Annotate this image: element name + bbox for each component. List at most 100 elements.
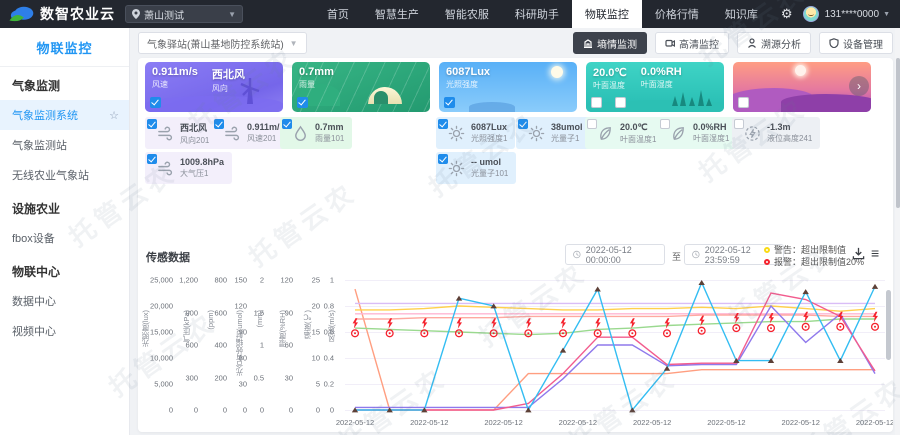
user-phone: 131****0000	[825, 9, 880, 20]
avatar[interactable]	[803, 6, 819, 22]
card-value: 0.0%RH	[641, 66, 682, 78]
toolbar-button-墒情监测[interactable]: 墒情监测	[573, 32, 647, 54]
alarm-lightning-icon[interactable]	[457, 318, 462, 329]
sidebar-item-数据中心[interactable]: 数据中心	[0, 286, 129, 316]
card-value: 0.7mm	[299, 66, 334, 78]
list-view-icon[interactable]: ≡	[871, 245, 879, 261]
sensor-chip-雨量101[interactable]: 0.7mm雨量101	[280, 117, 352, 149]
chip-text: 0.0%RH叶面湿度1	[693, 122, 729, 144]
alarm-lightning-icon[interactable]	[353, 318, 358, 329]
page-scrollbar[interactable]	[895, 28, 900, 435]
nav-item-科研助手[interactable]: 科研助手	[502, 0, 572, 28]
device-shield-icon	[829, 38, 839, 48]
chip-value: 38umol	[551, 122, 583, 132]
checkbox-checked[interactable]	[147, 154, 157, 164]
checkbox-unchecked[interactable]	[734, 119, 744, 129]
toolbar-button-高清监控[interactable]: 高清监控	[655, 32, 729, 54]
sidebar-item-无线农业气象站[interactable]: 无线农业气象站	[0, 160, 129, 190]
checkbox-checked[interactable]	[297, 97, 308, 108]
checkbox-checked[interactable]	[282, 119, 292, 129]
sensor-chip-光量子1[interactable]: 38umol光量子1	[516, 117, 591, 149]
warning-dot	[354, 332, 356, 334]
nav-item-智能农服[interactable]: 智能农服	[432, 0, 502, 28]
checkbox-checked[interactable]	[518, 119, 528, 129]
chip-text: 0.7mm雨量101	[315, 122, 344, 144]
checkbox-unchecked[interactable]	[615, 97, 626, 108]
sensor-chip-叶面温度1[interactable]: 20.0℃叶面温度1	[585, 117, 664, 149]
chip-value: 1009.8hPa	[180, 157, 224, 167]
alarm-lightning-icon[interactable]	[595, 318, 600, 329]
sidebar-item-视频中心[interactable]: 视频中心	[0, 316, 129, 346]
sidebar-item-气象监测站[interactable]: 气象监测站	[0, 130, 129, 160]
sensor-chip-光照强度1[interactable]: 6087Lux光照强度1	[436, 117, 515, 149]
checkbox-checked[interactable]	[147, 119, 157, 129]
chip-value: 0.911m/s	[247, 122, 285, 132]
weather-card-3[interactable]: 6087Lux光照强度	[439, 62, 577, 112]
legend-dot	[764, 247, 770, 253]
toolbar-button-设备管理[interactable]: 设备管理	[819, 32, 893, 54]
chip-text: 20.0℃叶面温度1	[620, 122, 656, 145]
weather-card-1[interactable]: 0.911m/s风速西北风风向	[145, 62, 283, 112]
card-value-group: 西北风风向	[212, 66, 245, 94]
sidebar-item-气象监测系统[interactable]: 气象监测系统☆	[0, 100, 129, 130]
sensor-chip-大气压1[interactable]: 1009.8hPa大气压1	[145, 152, 232, 184]
station-select[interactable]: 气象驿站(萧山基地防控系统站) ▼	[138, 32, 307, 54]
nav-item-物联监控[interactable]: 物联监控	[572, 0, 642, 28]
alarm-lightning-icon[interactable]	[491, 318, 496, 329]
weather-card-5[interactable]: ›	[733, 62, 871, 112]
warning-dot	[389, 332, 391, 334]
date-from-input[interactable]: 2022-05-12 00:00:00	[565, 244, 665, 265]
alarm-lightning-icon[interactable]	[665, 318, 670, 329]
sidebar-item-fbox设备[interactable]: fbox设备	[0, 223, 129, 253]
alarm-lightning-icon[interactable]	[387, 318, 392, 329]
download-icon[interactable]	[852, 247, 865, 265]
alarm-lightning-icon[interactable]	[422, 318, 427, 329]
chart-scrollbar-thumb[interactable]	[886, 290, 891, 360]
sidebar: 物联监控 气象监测气象监测系统☆气象监测站无线农业气象站设施农业fbox设备物联…	[0, 28, 130, 435]
checkbox-checked[interactable]	[150, 97, 161, 108]
nav-item-智慧生产[interactable]: 智慧生产	[362, 0, 432, 28]
location-select[interactable]: 萧山测试 ▼	[125, 5, 243, 23]
axis-title: (ppm)	[206, 310, 215, 330]
axis-title: 光合有效辐射(umol)	[234, 310, 245, 376]
gear-icon[interactable]: ⚙	[771, 6, 803, 22]
warning-dot	[493, 332, 495, 334]
nav-item-首页[interactable]: 首页	[314, 0, 362, 28]
axis-tick: 600	[214, 308, 227, 317]
chip-value: 西北风	[180, 121, 209, 134]
axis-tick: 0	[169, 406, 173, 415]
data-point-marker	[872, 284, 878, 289]
user-menu[interactable]: 131****0000 ▼	[819, 9, 900, 20]
chevron-down-icon: ▼	[290, 39, 298, 48]
checkbox-checked[interactable]	[214, 119, 224, 129]
map-pin-icon	[132, 9, 140, 19]
chip-text: 38umol光量子1	[551, 122, 583, 144]
warning-dot	[458, 332, 460, 334]
nav-item-知识库[interactable]: 知识库	[712, 0, 771, 28]
sensor-chip-叶面湿度1[interactable]: 0.0%RH叶面湿度1	[658, 117, 737, 149]
sensor-chip-风向201[interactable]: 西北风风向201	[145, 117, 217, 149]
checkbox-unchecked[interactable]	[660, 119, 670, 129]
checkbox-unchecked[interactable]	[591, 97, 602, 108]
legend-dot	[764, 259, 770, 265]
alarm-lightning-icon[interactable]	[630, 318, 635, 329]
star-icon[interactable]: ☆	[109, 109, 119, 122]
checkbox-unchecked[interactable]	[587, 119, 597, 129]
checkbox-checked[interactable]	[438, 154, 448, 164]
data-point-marker	[698, 280, 704, 285]
card-value: 西北风	[212, 66, 245, 82]
nav-item-价格行情[interactable]: 价格行情	[642, 0, 712, 28]
weather-card-2[interactable]: 0.7mm雨量	[292, 62, 430, 112]
alarm-lightning-icon[interactable]	[526, 318, 531, 329]
sensor-chip-光量子101[interactable]: -- umol光量子101	[436, 152, 516, 184]
checkbox-checked[interactable]	[438, 119, 448, 129]
chevron-right-icon[interactable]: ›	[849, 76, 869, 96]
warning-dot	[631, 332, 633, 334]
checkbox-checked[interactable]	[444, 97, 455, 108]
toolbar-button-溯源分析[interactable]: 溯源分析	[737, 32, 811, 54]
alarm-lightning-icon[interactable]	[561, 318, 566, 329]
sensor-chart: 25,00020,00015,00010,0005,0000光照度(lux)1,…	[138, 272, 893, 430]
sensor-chip-液位高度241[interactable]: -1.3m液位高度241	[732, 117, 820, 149]
checkbox-unchecked[interactable]	[738, 97, 749, 108]
weather-card-4[interactable]: 20.0℃叶面温度0.0%RH叶面湿度	[586, 62, 724, 112]
